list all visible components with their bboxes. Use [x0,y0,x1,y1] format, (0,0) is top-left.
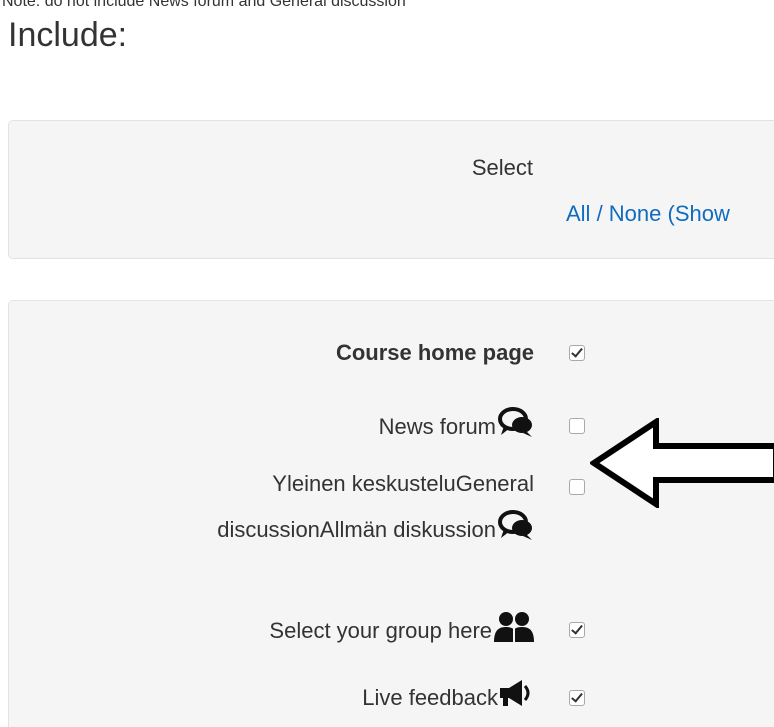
megaphone-icon [500,678,534,720]
item-label-course-home: Course home page [335,340,534,365]
include-heading: Include: [8,16,128,54]
forum-icon [498,406,534,450]
select-label: Select [471,155,533,180]
checkbox-live-feedback[interactable] [569,690,585,706]
select-panel: Select All / None (Show [8,120,774,259]
item-label-general-discussion-line1: Yleinen keskusteluGeneral [272,471,534,496]
select-links: All / None (Show [566,201,730,227]
group-icon [494,610,534,654]
activity-list-panel: Course home page News forum Yleinen kesk… [8,300,774,727]
select-all-link[interactable]: All [566,201,590,226]
left-arrow-annotation [588,416,774,513]
checkbox-group[interactable] [569,622,585,638]
select-none-link[interactable]: None [609,201,662,226]
forum-icon [498,509,534,553]
checkbox-general-discussion[interactable] [569,479,585,495]
item-label-live-feedback: Live feedback [362,678,534,720]
instruction-note: Note: do not include News forum and Gene… [2,0,406,10]
item-label-news-forum: News forum [379,406,534,450]
select-separator: / [590,201,609,226]
item-label-group: Select your group here [269,610,534,654]
checkbox-course-home[interactable] [569,345,585,361]
item-label-general-discussion-line2: discussionAllmän diskussion [217,509,534,553]
show-types-link[interactable]: (Show [661,201,730,226]
checkbox-news-forum[interactable] [569,418,585,434]
